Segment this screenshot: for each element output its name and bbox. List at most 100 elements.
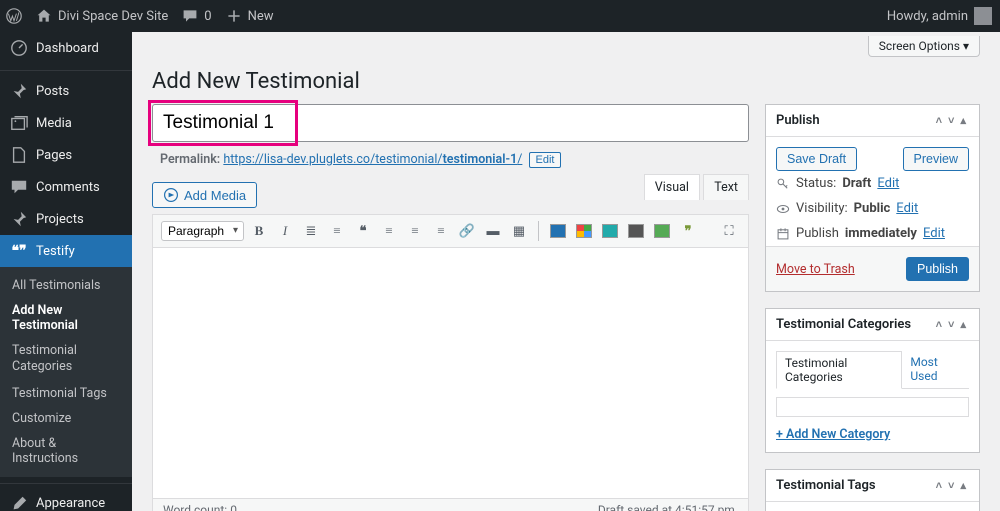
menu-pages[interactable]: Pages	[0, 139, 132, 171]
editor-body[interactable]	[153, 248, 748, 498]
draft-saved-text: Draft saved at 4:51:57 pm.	[598, 503, 738, 511]
color-dark-button[interactable]	[625, 220, 647, 242]
menu-testify[interactable]: ❝❞ Testify	[0, 235, 132, 267]
comments-icon	[10, 178, 28, 196]
post-title-input[interactable]	[152, 104, 749, 142]
chevron-down-icon[interactable]: ˅	[945, 114, 957, 127]
schedule-edit-link[interactable]: Edit	[923, 226, 945, 241]
plus-icon	[226, 8, 242, 24]
color-teal-button[interactable]	[599, 220, 621, 242]
add-media-button[interactable]: Add Media	[152, 182, 257, 208]
align-right-button[interactable]: ≡	[430, 220, 452, 242]
tags-title: Testimonial Tags	[776, 478, 876, 493]
more-button[interactable]: ▬	[482, 220, 504, 242]
caret-up-icon[interactable]: ▴	[957, 318, 969, 331]
categories-title: Testimonial Categories	[776, 317, 911, 332]
permalink-link[interactable]: https://lisa-dev.pluglets.co/testimonial…	[223, 152, 522, 167]
howdy-text: Howdy, admin	[887, 9, 968, 24]
align-center-button[interactable]: ≡	[404, 220, 426, 242]
media-icon	[10, 114, 28, 132]
publish-box: Publish ˄˅▴ Save Draft Preview Status: Dr…	[765, 104, 980, 292]
screen-options-button[interactable]: Screen Options ▾	[868, 36, 980, 57]
chevron-up-icon[interactable]: ˄	[933, 479, 945, 492]
home-icon	[36, 8, 52, 24]
permalink-row: Permalink: https://lisa-dev.pluglets.co/…	[152, 150, 749, 170]
editor-status-bar: Word count: 0 Draft saved at 4:51:57 pm.	[153, 498, 748, 511]
italic-button[interactable]: I	[274, 220, 296, 242]
new-label: New	[248, 9, 274, 24]
quote-icon: ❝❞	[10, 242, 28, 260]
color-multi-button[interactable]	[573, 220, 595, 242]
comments-link[interactable]: 0	[182, 8, 211, 24]
menu-dashboard-label: Dashboard	[36, 41, 99, 56]
testify-submenu: All Testimonials Add New Testimonial Tes…	[0, 267, 132, 477]
admin-bar: Divi Space Dev Site 0 New Howdy, admin	[0, 0, 1000, 32]
tab-most-used[interactable]: Most Used	[902, 351, 969, 388]
chevron-up-icon[interactable]: ˄	[933, 114, 945, 127]
save-draft-button[interactable]: Save Draft	[776, 147, 857, 171]
menu-appearance[interactable]: Appearance	[0, 488, 132, 511]
howdy-link[interactable]: Howdy, admin	[887, 7, 992, 25]
link-button[interactable]: 🔗	[456, 220, 478, 242]
admin-sidebar: Dashboard Posts Media Pages Comments Pro…	[0, 32, 132, 511]
move-to-trash-link[interactable]: Move to Trash	[776, 262, 855, 277]
menu-testify-label: Testify	[36, 244, 75, 259]
bold-button[interactable]: B	[248, 220, 270, 242]
media-icon	[163, 187, 179, 203]
quote-green-button[interactable]: ❞	[677, 220, 699, 242]
chevron-up-icon[interactable]: ˄	[933, 318, 945, 331]
submenu-cats[interactable]: Testimonial Categories	[0, 338, 132, 381]
site-link[interactable]: Divi Space Dev Site	[36, 8, 168, 24]
visibility-row: Visibility: Public Edit	[766, 196, 979, 221]
calendar-icon	[776, 227, 790, 241]
page-title: Add New Testimonial	[152, 57, 980, 104]
publish-button[interactable]: Publish	[906, 257, 969, 281]
submenu-tags[interactable]: Testimonial Tags	[0, 381, 132, 406]
visibility-edit-link[interactable]: Edit	[896, 201, 918, 216]
menu-media[interactable]: Media	[0, 107, 132, 139]
caret-up-icon[interactable]: ▴	[957, 114, 969, 127]
new-link[interactable]: New	[226, 8, 274, 24]
menu-posts-label: Posts	[36, 84, 69, 99]
ol-button[interactable]: ≡	[326, 220, 348, 242]
submenu-add[interactable]: Add New Testimonial	[0, 298, 132, 338]
status-row: Status: Draft Edit	[766, 171, 979, 196]
tab-text[interactable]: Text	[703, 174, 749, 200]
tab-categories[interactable]: Testimonial Categories	[776, 351, 902, 389]
menu-dashboard[interactable]: Dashboard	[0, 32, 132, 64]
chevron-down-icon[interactable]: ˅	[945, 318, 957, 331]
caret-up-icon[interactable]: ▴	[957, 479, 969, 492]
submenu-about[interactable]: About & Instructions	[0, 431, 132, 471]
tab-visual[interactable]: Visual	[644, 174, 700, 200]
color-blue-button[interactable]	[547, 220, 569, 242]
quote-button[interactable]: ❝	[352, 220, 374, 242]
comment-count: 0	[204, 9, 211, 24]
comment-icon	[182, 8, 198, 24]
menu-comments[interactable]: Comments	[0, 171, 132, 203]
toolbar-toggle-button[interactable]: ▦	[508, 220, 530, 242]
category-list[interactable]	[776, 397, 969, 417]
submenu-customize[interactable]: Customize	[0, 406, 132, 431]
ul-button[interactable]: ≣	[300, 220, 322, 242]
color-green-button[interactable]	[651, 220, 673, 242]
menu-appearance-label: Appearance	[36, 496, 105, 511]
permalink-edit-button[interactable]: Edit	[529, 152, 562, 168]
key-icon	[776, 177, 790, 191]
menu-comments-label: Comments	[36, 180, 100, 195]
submenu-all[interactable]: All Testimonials	[0, 273, 132, 298]
chevron-down-icon[interactable]: ˅	[945, 479, 957, 492]
align-left-button[interactable]: ≡	[378, 220, 400, 242]
menu-projects[interactable]: Projects	[0, 203, 132, 235]
site-name: Divi Space Dev Site	[58, 9, 168, 24]
preview-button[interactable]: Preview	[903, 147, 969, 171]
menu-posts[interactable]: Posts	[0, 75, 132, 107]
content-area: Screen Options ▾ Add New Testimonial Per…	[132, 32, 1000, 511]
editor-tabs: Visual Text	[644, 180, 749, 195]
add-new-category-link[interactable]: + Add New Category	[776, 427, 890, 442]
status-edit-link[interactable]: Edit	[877, 176, 899, 191]
format-select[interactable]: Paragraph	[161, 221, 244, 241]
wp-logo[interactable]	[6, 8, 22, 24]
add-media-label: Add Media	[184, 188, 246, 203]
menu-projects-label: Projects	[36, 212, 84, 227]
fullscreen-button[interactable]: ⛶	[718, 220, 740, 242]
